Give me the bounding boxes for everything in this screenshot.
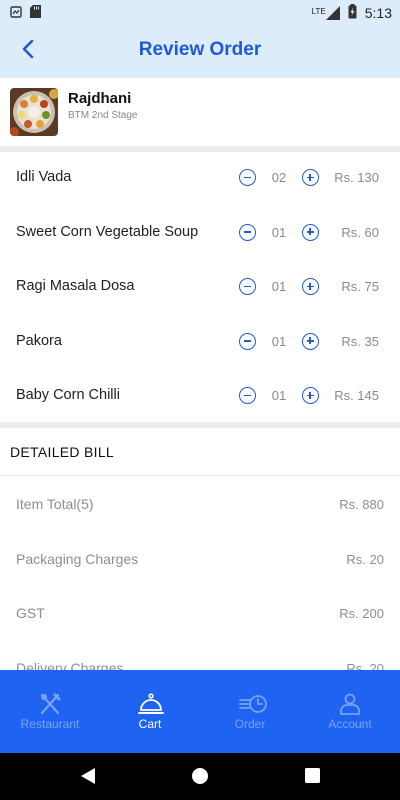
item-price: Rs. 75 xyxy=(341,279,379,294)
item-name: Sweet Corn Vegetable Soup xyxy=(16,223,199,240)
system-home-button[interactable] xyxy=(191,767,209,790)
increase-quantity-button[interactable] xyxy=(302,332,319,350)
bill-label: Item Total(5) xyxy=(16,496,94,512)
bill-amount: Rs. 880 xyxy=(339,497,384,512)
item-price: Rs. 130 xyxy=(334,170,379,185)
increase-quantity-button[interactable] xyxy=(302,278,319,295)
cart-item: Idli Vada 02 Rs. 130 xyxy=(0,152,400,207)
item-quantity: 01 xyxy=(271,388,287,403)
bill-label: Packaging Charges xyxy=(16,550,139,567)
fork-knife-icon xyxy=(38,692,62,716)
restaurant-area: BTM 2nd Stage xyxy=(68,110,138,121)
bill-row: GST Rs. 200 xyxy=(0,586,400,641)
item-name: Pakora xyxy=(16,332,62,349)
nav-tab-restaurant[interactable]: Restaurant xyxy=(0,670,100,753)
app-header: Review Order xyxy=(0,24,400,78)
sd-card-icon xyxy=(30,5,41,21)
decrease-quantity-button[interactable] xyxy=(239,169,256,186)
restaurant-name: Rajdhani xyxy=(68,90,132,107)
cart-item: Baby Corn Chilli 01 Rs. 145 xyxy=(0,370,400,425)
item-name: Baby Corn Chilli xyxy=(16,387,120,403)
bill-label: GST xyxy=(16,605,45,621)
decrease-quantity-button[interactable] xyxy=(239,278,256,295)
bill-header: DETAILED BILL xyxy=(0,428,400,476)
restaurant-image xyxy=(10,88,58,136)
network-label: LTE xyxy=(311,7,326,16)
item-quantity: 01 xyxy=(271,224,287,240)
item-name: Ragi Masala Dosa xyxy=(16,278,135,294)
nav-tab-order[interactable]: Order xyxy=(200,670,300,753)
bill-row: Item Total(5) Rs. 880 xyxy=(0,477,400,532)
notification-icon xyxy=(10,5,22,21)
battery-icon xyxy=(348,4,357,22)
item-price: Rs. 60 xyxy=(341,224,379,240)
nav-label-restaurant: Restaurant xyxy=(20,717,80,731)
cloche-icon xyxy=(138,692,164,716)
nav-label-order: Order xyxy=(234,717,266,731)
bill-amount: Rs. 20 xyxy=(346,551,384,567)
cart-item: Pakora 01 Rs. 35 xyxy=(0,316,400,371)
item-quantity: 02 xyxy=(271,170,287,185)
increase-quantity-button[interactable] xyxy=(302,169,319,186)
signal-icon: LTE xyxy=(312,6,340,20)
decrease-quantity-button[interactable] xyxy=(239,223,256,241)
item-quantity: 01 xyxy=(271,279,287,294)
cart-item: Sweet Corn Vegetable Soup 01 Rs. 60 xyxy=(0,207,400,262)
clock: 5:13 xyxy=(364,5,392,21)
bottom-navigation: Restaurant Cart Order Account xyxy=(0,670,400,753)
order-clock-icon xyxy=(238,692,267,716)
nav-label-account: Account xyxy=(328,717,372,731)
system-back-button[interactable] xyxy=(80,767,96,790)
nav-tab-cart[interactable]: Cart xyxy=(100,670,200,753)
item-quantity: 01 xyxy=(271,333,287,349)
cart-items-list: Idli Vada 02 Rs. 130 Sweet Corn Vegetabl… xyxy=(0,152,400,425)
bill-amount: Rs. 200 xyxy=(339,606,384,621)
bill-details: Item Total(5) Rs. 880 Packaging Charges … xyxy=(0,477,400,695)
bill-heading: DETAILED BILL xyxy=(10,444,115,460)
status-bar: LTE 5:13 xyxy=(0,0,400,24)
increase-quantity-button[interactable] xyxy=(302,387,319,404)
item-price: Rs. 145 xyxy=(334,388,379,403)
decrease-quantity-button[interactable] xyxy=(239,387,256,404)
bill-row: Packaging Charges Rs. 20 xyxy=(0,532,400,587)
item-name: Idli Vada xyxy=(16,169,72,185)
increase-quantity-button[interactable] xyxy=(302,223,319,241)
decrease-quantity-button[interactable] xyxy=(239,332,256,350)
restaurant-info: Rajdhani BTM 2nd Stage xyxy=(0,78,400,146)
user-icon xyxy=(338,692,362,716)
item-price: Rs. 35 xyxy=(341,333,379,349)
system-navigation-bar xyxy=(0,753,400,800)
page-title: Review Order xyxy=(138,39,262,60)
cart-item: Ragi Masala Dosa 01 Rs. 75 xyxy=(0,261,400,316)
nav-label-cart: Cart xyxy=(138,717,162,731)
nav-tab-account[interactable]: Account xyxy=(300,670,400,753)
system-recents-button[interactable] xyxy=(305,768,320,788)
